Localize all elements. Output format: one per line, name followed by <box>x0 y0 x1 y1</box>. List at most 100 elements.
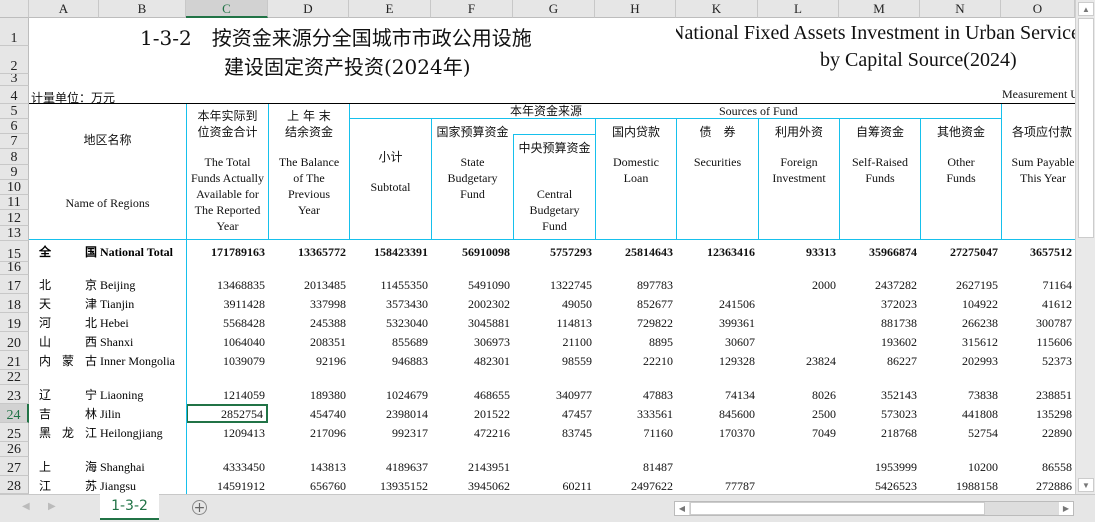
row-header-11[interactable]: 11 <box>0 195 29 210</box>
data-cell[interactable]: 5757293 <box>513 241 595 262</box>
row-header-12[interactable]: 12 <box>0 210 29 226</box>
data-cell[interactable]: 74134 <box>676 385 758 404</box>
data-cell[interactable]: 171789163 <box>186 241 268 262</box>
data-cell[interactable]: 992317 <box>349 423 431 442</box>
data-cell[interactable]: 52373 <box>1001 351 1075 370</box>
data-cell[interactable]: 71164 <box>1001 275 1075 294</box>
vertical-scrollbar[interactable]: ▲ ▼ <box>1075 0 1095 494</box>
data-cell[interactable]: 2500 <box>758 404 839 423</box>
row-header-2[interactable]: 2 <box>0 46 29 74</box>
data-cell[interactable]: 135298 <box>1001 404 1075 423</box>
data-cell[interactable]: 77787 <box>676 476 758 494</box>
selected-cell[interactable]: 2852754 <box>186 404 268 423</box>
data-cell[interactable]: 300787 <box>1001 313 1075 332</box>
data-cell[interactable]: 11455350 <box>349 275 431 294</box>
data-cell[interactable]: 315612 <box>920 332 1001 351</box>
data-cell[interactable]: 5568428 <box>186 313 268 332</box>
data-cell[interactable]: 193602 <box>839 332 920 351</box>
row-header-16[interactable]: 16 <box>0 262 29 275</box>
next-sheet-icon[interactable]: ▶ <box>48 501 56 512</box>
data-cell[interactable]: 81487 <box>595 457 676 476</box>
row-header-7[interactable]: 7 <box>0 134 29 149</box>
data-cell[interactable]: 30607 <box>676 332 758 351</box>
data-cell[interactable]: 245388 <box>268 313 349 332</box>
row-header-9[interactable]: 9 <box>0 165 29 180</box>
data-cell[interactable]: 2627195 <box>920 275 1001 294</box>
column-header-O[interactable]: O <box>1001 0 1075 18</box>
data-cell[interactable]: 202993 <box>920 351 1001 370</box>
horizontal-scrollbar[interactable]: ◀ ▶ <box>674 501 1074 516</box>
row-header-18[interactable]: 18 <box>0 294 29 313</box>
data-cell[interactable]: 2000 <box>758 275 839 294</box>
data-cell[interactable] <box>676 275 758 294</box>
data-cell[interactable]: 27275047 <box>920 241 1001 262</box>
sheet-tab-1-3-2[interactable]: 1-3-2 <box>100 494 159 520</box>
data-cell[interactable] <box>513 457 595 476</box>
data-cell[interactable]: 60211 <box>513 476 595 494</box>
data-cell[interactable]: 208351 <box>268 332 349 351</box>
column-header-G[interactable]: G <box>513 0 595 18</box>
data-cell[interactable]: 115606 <box>1001 332 1075 351</box>
data-cell[interactable]: 189380 <box>268 385 349 404</box>
data-cell[interactable]: 86227 <box>839 351 920 370</box>
data-cell[interactable]: 468655 <box>431 385 513 404</box>
data-cell[interactable]: 21100 <box>513 332 595 351</box>
data-cell[interactable]: 3573430 <box>349 294 431 313</box>
data-cell[interactable] <box>758 457 839 476</box>
data-cell[interactable] <box>758 294 839 313</box>
data-cell[interactable]: 52754 <box>920 423 1001 442</box>
data-cell[interactable]: 306973 <box>431 332 513 351</box>
data-cell[interactable]: 482301 <box>431 351 513 370</box>
data-cell[interactable]: 56910098 <box>431 241 513 262</box>
data-cell[interactable]: 12363416 <box>676 241 758 262</box>
data-cell[interactable]: 170370 <box>676 423 758 442</box>
data-cell[interactable]: 13468835 <box>186 275 268 294</box>
row-header-15[interactable]: 15 <box>0 241 29 262</box>
data-cell[interactable]: 73838 <box>920 385 1001 404</box>
row-header-13[interactable]: 13 <box>0 226 29 241</box>
data-cell[interactable]: 98559 <box>513 351 595 370</box>
data-cell[interactable]: 573023 <box>839 404 920 423</box>
data-cell[interactable]: 23824 <box>758 351 839 370</box>
data-cell[interactable]: 1064040 <box>186 332 268 351</box>
column-header-M[interactable]: M <box>839 0 920 18</box>
data-cell[interactable]: 337998 <box>268 294 349 313</box>
data-cell[interactable] <box>758 332 839 351</box>
row-header-1[interactable]: 1 <box>0 18 29 46</box>
data-cell[interactable]: 92196 <box>268 351 349 370</box>
data-cell[interactable]: 472216 <box>431 423 513 442</box>
data-cell[interactable]: 333561 <box>595 404 676 423</box>
horizontal-scroll-thumb[interactable] <box>690 502 985 515</box>
data-cell[interactable]: 656760 <box>268 476 349 494</box>
data-cell[interactable]: 2497622 <box>595 476 676 494</box>
scroll-right-icon[interactable]: ▶ <box>1059 502 1073 515</box>
data-cell[interactable]: 3945062 <box>431 476 513 494</box>
row-header-26[interactable]: 26 <box>0 442 29 457</box>
data-cell[interactable]: 2143951 <box>431 457 513 476</box>
data-cell[interactable]: 22890 <box>1001 423 1075 442</box>
data-cell[interactable]: 399361 <box>676 313 758 332</box>
data-cell[interactable]: 352143 <box>839 385 920 404</box>
row-header-21[interactable]: 21 <box>0 351 29 370</box>
data-cell[interactable]: 13935152 <box>349 476 431 494</box>
column-header-N[interactable]: N <box>920 0 1001 18</box>
data-cell[interactable]: 2398014 <box>349 404 431 423</box>
data-cell[interactable]: 2013485 <box>268 275 349 294</box>
row-header-17[interactable]: 17 <box>0 275 29 294</box>
data-cell[interactable]: 3657512 <box>1001 241 1075 262</box>
data-cell[interactable]: 41612 <box>1001 294 1075 313</box>
data-cell[interactable]: 3045881 <box>431 313 513 332</box>
data-cell[interactable]: 22210 <box>595 351 676 370</box>
column-header-F[interactable]: F <box>431 0 513 18</box>
scroll-up-icon[interactable]: ▲ <box>1078 2 1094 16</box>
data-cell[interactable]: 158423391 <box>349 241 431 262</box>
data-cell[interactable]: 8026 <box>758 385 839 404</box>
data-cell[interactable]: 1024679 <box>349 385 431 404</box>
column-header-L[interactable]: L <box>758 0 839 18</box>
data-cell[interactable]: 1214059 <box>186 385 268 404</box>
data-cell[interactable]: 35966874 <box>839 241 920 262</box>
data-cell[interactable]: 2437282 <box>839 275 920 294</box>
data-cell[interactable]: 852677 <box>595 294 676 313</box>
data-cell[interactable]: 946883 <box>349 351 431 370</box>
data-cell[interactable]: 5323040 <box>349 313 431 332</box>
